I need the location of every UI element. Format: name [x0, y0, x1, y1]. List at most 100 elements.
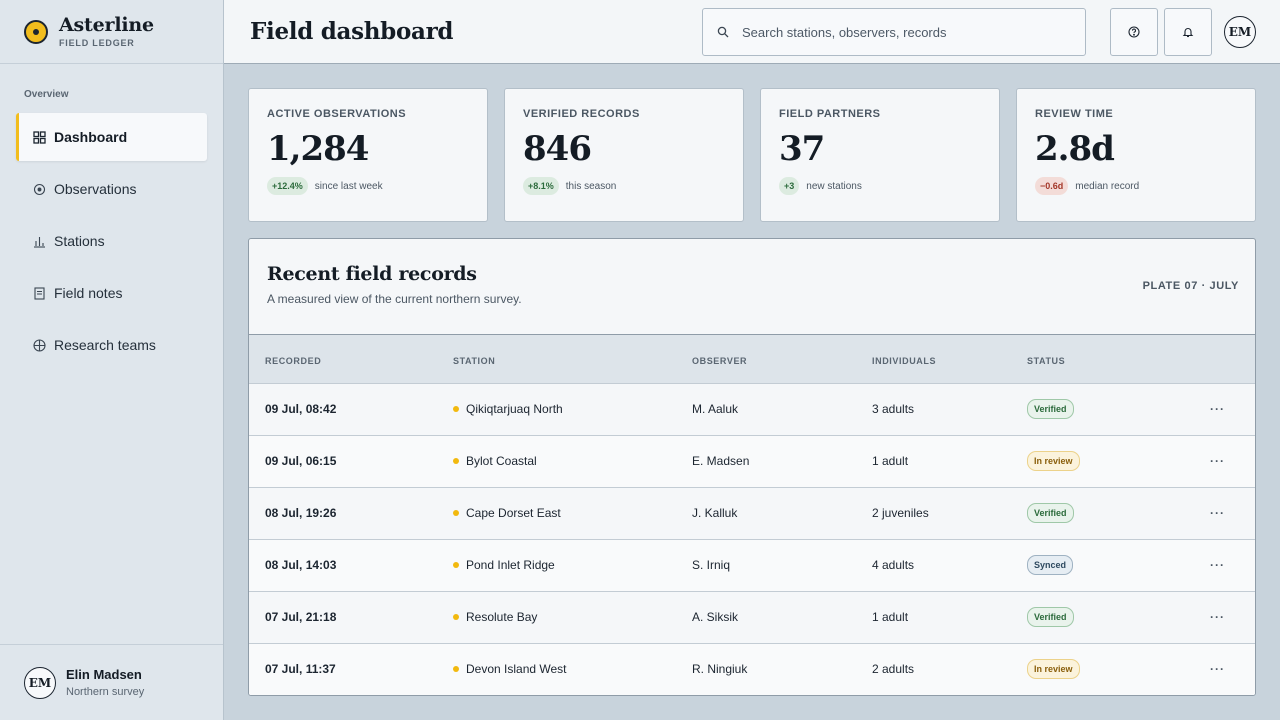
column-header-status[interactable]: STATUS — [1027, 335, 1150, 383]
status-badge: Synced — [1027, 555, 1074, 575]
observer-cell: M. Aaluk — [692, 402, 739, 416]
table-row[interactable]: 07 Jul, 11:37 Devon Island West R. Ningi… — [249, 643, 1255, 695]
sidebar: Asterline FIELD LEDGER Overview Dashboar… — [0, 0, 224, 720]
stat-value: 846 — [523, 129, 592, 169]
user-name: Elin Madsen — [66, 667, 142, 682]
sidebar-item-field-notes[interactable]: Field notes — [16, 269, 207, 317]
observer-cell: S. Irniq — [692, 558, 731, 572]
stat-label: VERIFIED RECORDS — [523, 108, 640, 120]
station-cell: Devon Island West — [466, 662, 567, 677]
header-avatar[interactable]: EM — [1224, 16, 1256, 48]
sidebar-user[interactable]: EM Elin Madsen Northern survey — [0, 644, 223, 720]
avatar: EM — [24, 666, 56, 699]
column-header-observer[interactable]: OBSERVER — [692, 335, 872, 383]
stat-note: since last week — [314, 180, 383, 192]
stat-note: this season — [565, 180, 617, 192]
globe-icon — [32, 338, 46, 352]
stat-value: 1,284 — [267, 129, 369, 169]
recorded-cell: 07 Jul, 11:37 — [265, 662, 336, 677]
table-row[interactable]: 08 Jul, 19:26 Cape Dorset East J. Kalluk… — [249, 487, 1255, 539]
grid-icon — [32, 130, 46, 144]
column-header-actions — [1150, 335, 1255, 383]
stat-value: 37 — [779, 129, 825, 169]
stat-delta-badge: +3 — [779, 177, 800, 195]
status-badge: In review — [1027, 659, 1080, 680]
sidebar-item-research-teams[interactable]: Research teams — [16, 321, 207, 369]
column-header-individuals[interactable]: INDIVIDUALS — [872, 335, 1027, 383]
individuals-cell: 4 adults — [872, 558, 915, 572]
individuals-cell: 2 adults — [872, 662, 915, 677]
recorded-cell: 08 Jul, 19:26 — [265, 506, 337, 520]
brand-subtitle: FIELD LEDGER — [59, 38, 135, 48]
table-row[interactable]: 08 Jul, 14:03 Pond Inlet Ridge S. Irniq … — [249, 539, 1255, 591]
sidebar-item-label: Stations — [54, 233, 105, 249]
page-title: Field dashboard — [250, 18, 454, 45]
brand-logo-icon — [24, 19, 48, 44]
station-cell: Cape Dorset East — [466, 506, 561, 520]
user-role: Northern survey — [66, 686, 145, 698]
station-dot-icon — [453, 614, 459, 620]
search-box[interactable] — [702, 8, 1086, 56]
status-badge: Verified — [1027, 503, 1074, 523]
column-header-station[interactable]: STATION — [453, 335, 692, 383]
station-dot-icon — [453, 510, 459, 516]
help-button[interactable] — [1110, 8, 1158, 56]
sidebar-item-label: Field notes — [54, 285, 123, 301]
bell-icon — [1182, 28, 1194, 38]
stat-note: new stations — [806, 180, 862, 192]
panel-subtitle: A measured view of the current northern … — [267, 292, 522, 306]
sidebar-item-dashboard[interactable]: Dashboard — [16, 113, 207, 161]
recorded-cell: 07 Jul, 21:18 — [265, 610, 337, 624]
row-more-button[interactable]: ··· — [1150, 643, 1255, 695]
stat-card-active-observations: ACTIVE OBSERVATIONS 1,284 +12.4% since l… — [248, 88, 488, 222]
sidebar-item-observations[interactable]: Observations — [16, 165, 207, 213]
station-cell: Qikiqtarjuaq North — [466, 402, 563, 416]
help-icon — [1128, 26, 1140, 38]
stat-label: ACTIVE OBSERVATIONS — [267, 108, 407, 120]
row-more-button[interactable]: ··· — [1150, 435, 1255, 487]
station-dot-icon — [453, 458, 459, 464]
individuals-cell: 1 adult — [872, 454, 909, 468]
table-row[interactable]: 09 Jul, 06:15 Bylot Coastal E. Madsen 1 … — [249, 435, 1255, 487]
target-icon — [32, 182, 46, 196]
column-header-recorded[interactable]: RECORDED — [249, 335, 453, 383]
sidebar-item-stations[interactable]: Stations — [16, 217, 207, 265]
recent-records-panel: Recent field records A measured view of … — [248, 238, 1256, 696]
notifications-button[interactable] — [1164, 8, 1212, 56]
row-more-button[interactable]: ··· — [1150, 383, 1255, 435]
table-row[interactable]: 07 Jul, 21:18 Resolute Bay A. Siksik 1 a… — [249, 591, 1255, 643]
station-cell: Resolute Bay — [466, 610, 538, 624]
row-more-button[interactable]: ··· — [1150, 539, 1255, 591]
sidebar-nav: Dashboard Observations Stations Field no… — [0, 113, 223, 369]
brand[interactable]: Asterline FIELD LEDGER — [0, 0, 223, 64]
recorded-cell: 08 Jul, 14:03 — [265, 558, 337, 572]
header: Field dashboard EM — [224, 0, 1280, 64]
station-cell: Bylot Coastal — [466, 454, 537, 468]
stat-delta-badge: +12.4% — [267, 177, 308, 195]
observer-cell: E. Madsen — [692, 454, 750, 468]
stat-label: FIELD PARTNERS — [779, 108, 881, 120]
observer-cell: R. Ningiuk — [692, 662, 748, 677]
observer-cell: A. Siksik — [692, 610, 739, 624]
status-badge: In review — [1027, 451, 1080, 471]
individuals-cell: 2 juveniles — [872, 506, 929, 520]
individuals-cell: 3 adults — [872, 402, 915, 416]
row-more-button[interactable]: ··· — [1150, 591, 1255, 643]
stat-card-verified-records: VERIFIED RECORDS 846 +8.1% this season — [504, 88, 744, 222]
row-more-button[interactable]: ··· — [1150, 487, 1255, 539]
plate-label: PLATE 07 · JULY — [1142, 280, 1239, 292]
document-icon — [32, 286, 46, 300]
nav-section-label: Overview — [24, 89, 69, 100]
recorded-cell: 09 Jul, 06:15 — [265, 454, 337, 468]
status-badge: Verified — [1027, 399, 1074, 419]
status-badge: Verified — [1027, 607, 1074, 627]
stat-delta-badge: −0.6d — [1035, 177, 1069, 195]
sidebar-item-label: Observations — [54, 181, 137, 197]
stat-delta-badge: +8.1% — [523, 177, 559, 195]
bar-chart-icon — [32, 234, 46, 248]
table-row[interactable]: 09 Jul, 08:42 Qikiqtarjuaq North M. Aalu… — [249, 383, 1255, 435]
sidebar-item-label: Dashboard — [54, 129, 128, 145]
search-input[interactable] — [742, 24, 1062, 40]
sidebar-item-label: Research teams — [54, 337, 156, 353]
stat-label: REVIEW TIME — [1035, 108, 1114, 120]
